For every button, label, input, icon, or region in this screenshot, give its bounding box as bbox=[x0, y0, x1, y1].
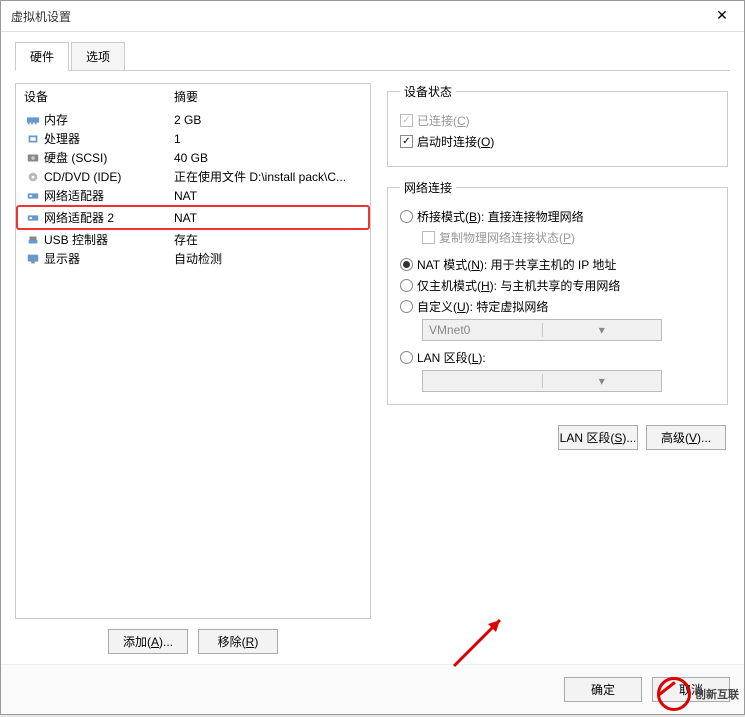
vmnet-combo: VMnet0 ▾ bbox=[422, 319, 662, 341]
device-list[interactable]: 设备 摘要 内存2 GB处理器1硬盘 (SCSI)40 GBCD/DVD (ID… bbox=[15, 83, 371, 619]
advanced-button[interactable]: 高级(V)... bbox=[646, 425, 726, 450]
footer: 确定 取消 bbox=[1, 664, 744, 714]
titlebar: 虚拟机设置 ✕ bbox=[1, 1, 744, 32]
device-label: USB 控制器 bbox=[44, 231, 174, 248]
lan-row[interactable]: LAN 区段(L): bbox=[400, 349, 715, 366]
device-value: 存在 bbox=[174, 231, 362, 248]
device-value: NAT bbox=[174, 189, 362, 203]
hostonly-radio[interactable] bbox=[400, 279, 413, 292]
device-label: 内存 bbox=[44, 111, 174, 128]
device-label: 显示器 bbox=[44, 250, 174, 267]
device-row-usb[interactable]: USB 控制器存在 bbox=[16, 230, 370, 249]
tabs: 硬件 选项 bbox=[15, 42, 730, 71]
close-icon[interactable]: ✕ bbox=[710, 7, 734, 25]
custom-row[interactable]: 自定义(U): 特定虚拟网络 bbox=[400, 298, 715, 315]
device-value: 2 GB bbox=[174, 113, 362, 127]
brand-logo-icon bbox=[657, 677, 691, 711]
nat-label: NAT 模式(N): 用于共享主机的 IP 地址 bbox=[417, 256, 616, 273]
hostonly-label: 仅主机模式(H): 与主机共享的专用网络 bbox=[417, 277, 620, 294]
lan-segments-button[interactable]: LAN 区段(S)... bbox=[558, 425, 638, 450]
lan-radio[interactable] bbox=[400, 351, 413, 364]
vmnet-value: VMnet0 bbox=[423, 323, 542, 337]
display-icon bbox=[24, 252, 42, 266]
chevron-down-icon: ▾ bbox=[542, 374, 662, 388]
chevron-down-icon: ▾ bbox=[542, 323, 662, 337]
net-icon bbox=[24, 189, 42, 203]
custom-label: 自定义(U): 特定虚拟网络 bbox=[417, 298, 548, 315]
device-value: 自动检测 bbox=[174, 250, 362, 267]
device-row-disk[interactable]: 硬盘 (SCSI)40 GB bbox=[16, 148, 370, 167]
device-row-net[interactable]: 网络适配器NAT bbox=[16, 186, 370, 205]
device-label: 硬盘 (SCSI) bbox=[44, 149, 174, 166]
device-label: CD/DVD (IDE) bbox=[44, 170, 174, 184]
right-pane: 设备状态 已连接(C) 启动时连接(O) 网络连接 桥接模式(B): 直接连接物 bbox=[385, 71, 730, 664]
autostart-label: 启动时连接(O) bbox=[417, 133, 494, 150]
device-label: 网络适配器 2 bbox=[44, 209, 174, 226]
connected-checkbox bbox=[400, 114, 413, 127]
replicate-label: 复制物理网络连接状态(P) bbox=[439, 229, 575, 246]
disk-icon bbox=[24, 151, 42, 165]
replicate-row: 复制物理网络连接状态(P) bbox=[422, 229, 715, 246]
connected-label: 已连接(C) bbox=[417, 112, 470, 129]
cd-icon bbox=[24, 170, 42, 184]
lan-combo: ▾ bbox=[422, 370, 662, 392]
mem-icon bbox=[24, 113, 42, 127]
content: 设备 摘要 内存2 GB处理器1硬盘 (SCSI)40 GBCD/DVD (ID… bbox=[15, 70, 730, 664]
list-buttons: 添加(A)... 移除(R) bbox=[15, 629, 371, 654]
device-row-net-2[interactable]: 网络适配器 2NAT bbox=[16, 205, 370, 230]
window-title: 虚拟机设置 bbox=[11, 8, 71, 25]
right-buttons: LAN 区段(S)... 高级(V)... bbox=[385, 425, 730, 450]
device-value: 1 bbox=[174, 132, 362, 146]
lan-label: LAN 区段(L): bbox=[417, 349, 486, 366]
bridged-label: 桥接模式(B): 直接连接物理网络 bbox=[417, 208, 584, 225]
col-device: 设备 bbox=[24, 88, 174, 105]
ok-button[interactable]: 确定 bbox=[564, 677, 642, 702]
device-label: 网络适配器 bbox=[44, 187, 174, 204]
device-row-cd[interactable]: CD/DVD (IDE)正在使用文件 D:\install pack\C... bbox=[16, 167, 370, 186]
autostart-checkbox[interactable] bbox=[400, 135, 413, 148]
custom-radio[interactable] bbox=[400, 300, 413, 313]
replicate-checkbox bbox=[422, 231, 435, 244]
autostart-row: 启动时连接(O) bbox=[400, 133, 715, 150]
device-value: NAT bbox=[174, 211, 362, 225]
nat-radio[interactable] bbox=[400, 258, 413, 271]
device-label: 处理器 bbox=[44, 130, 174, 147]
device-value: 40 GB bbox=[174, 151, 362, 165]
tab-hardware[interactable]: 硬件 bbox=[15, 42, 69, 71]
tab-options[interactable]: 选项 bbox=[71, 42, 125, 71]
device-status-legend: 设备状态 bbox=[400, 83, 456, 100]
col-summary: 摘要 bbox=[174, 88, 362, 105]
list-header: 设备 摘要 bbox=[16, 84, 370, 110]
cpu-icon bbox=[24, 132, 42, 146]
body: 硬件 选项 设备 摘要 内存2 GB处理器1硬盘 (SCSI)40 GBCD/D… bbox=[1, 32, 744, 664]
brand-watermark: 创新互联 bbox=[657, 677, 739, 711]
device-row-cpu[interactable]: 处理器1 bbox=[16, 129, 370, 148]
usb-icon bbox=[24, 233, 42, 247]
brand-text: 创新互联 bbox=[695, 686, 739, 702]
network-legend: 网络连接 bbox=[400, 179, 456, 196]
connected-row: 已连接(C) bbox=[400, 112, 715, 129]
device-row-display[interactable]: 显示器自动检测 bbox=[16, 249, 370, 268]
remove-button[interactable]: 移除(R) bbox=[198, 629, 278, 654]
device-value: 正在使用文件 D:\install pack\C... bbox=[174, 168, 362, 185]
bridged-radio[interactable] bbox=[400, 210, 413, 223]
device-status-group: 设备状态 已连接(C) 启动时连接(O) bbox=[387, 83, 728, 167]
vm-settings-window: 虚拟机设置 ✕ 硬件 选项 设备 摘要 内存2 GB处理器1硬盘 (SCSI)4… bbox=[0, 0, 745, 715]
bridged-row[interactable]: 桥接模式(B): 直接连接物理网络 bbox=[400, 208, 715, 225]
hostonly-row[interactable]: 仅主机模式(H): 与主机共享的专用网络 bbox=[400, 277, 715, 294]
add-button[interactable]: 添加(A)... bbox=[108, 629, 188, 654]
left-pane: 设备 摘要 内存2 GB处理器1硬盘 (SCSI)40 GBCD/DVD (ID… bbox=[15, 71, 371, 664]
device-row-mem[interactable]: 内存2 GB bbox=[16, 110, 370, 129]
network-group: 网络连接 桥接模式(B): 直接连接物理网络 复制物理网络连接状态(P) NAT… bbox=[387, 179, 728, 405]
net-icon bbox=[24, 211, 42, 225]
nat-row[interactable]: NAT 模式(N): 用于共享主机的 IP 地址 bbox=[400, 256, 715, 273]
